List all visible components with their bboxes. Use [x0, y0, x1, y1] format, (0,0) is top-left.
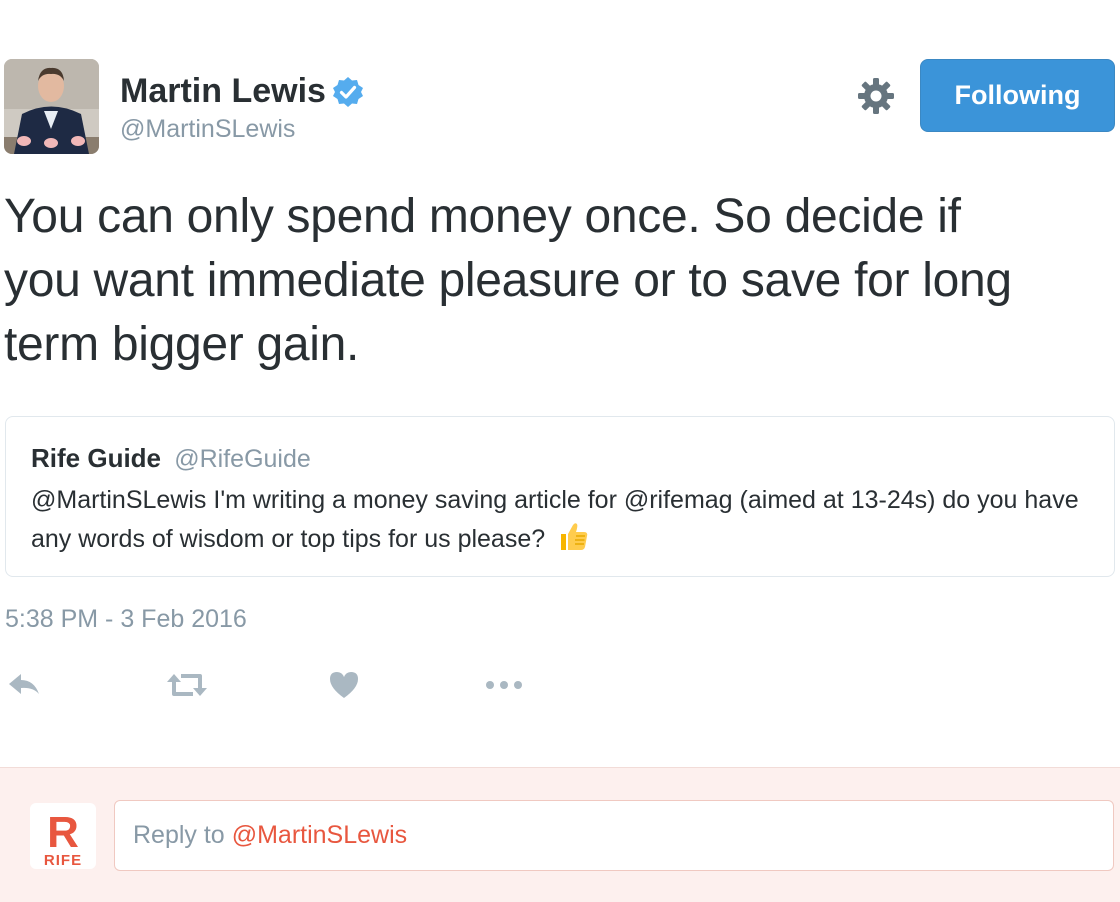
author-avatar[interactable]	[4, 59, 99, 154]
current-user-avatar[interactable]: R RIFE GUIDE	[30, 803, 96, 869]
quoted-tweet-text: @MartinSLewis I'm writing a money saving…	[31, 486, 1079, 553]
reply-bar: R RIFE GUIDE Reply to @MartinSLewis	[0, 767, 1120, 902]
heart-icon[interactable]	[327, 667, 361, 703]
rife-logo-side-text: GUIDE	[42, 816, 48, 835]
quoted-author-name: Rife Guide	[31, 443, 162, 473]
tweet-text-line: term bigger gain.	[4, 318, 360, 371]
avatar-photo	[4, 59, 99, 154]
reply-icon[interactable]	[6, 667, 42, 703]
tweet-text: You can only spend money once. So decide…	[4, 185, 1114, 377]
verified-badge-icon	[332, 76, 364, 108]
quoted-tweet-header: Rife Guide @RifeGuide	[31, 443, 1090, 474]
tweet-timestamp[interactable]: 5:38 PM - 3 Feb 2016	[5, 605, 247, 634]
more-icon[interactable]	[484, 667, 524, 703]
tweet-text-line: You can only spend money once. So decide…	[4, 190, 961, 243]
quoted-author-handle: @RifeGuide	[174, 445, 311, 473]
reply-placeholder: Reply to	[133, 821, 225, 849]
reply-input[interactable]: Reply to @MartinSLewis	[114, 800, 1114, 871]
quoted-tweet-text-block: @MartinSLewis I'm writing a money saving…	[31, 482, 1090, 558]
author-name[interactable]: Martin Lewis	[120, 72, 364, 111]
tweet-text-line: you want immediate pleasure or to save f…	[4, 254, 1012, 307]
reply-mention: @MartinSLewis	[231, 821, 408, 849]
tweet-page: Martin Lewis @MartinSLewis Following You…	[0, 0, 1120, 902]
rife-logo-word: RIFE	[44, 852, 82, 869]
gear-icon[interactable]	[856, 76, 896, 116]
author-name-text: Martin Lewis	[120, 72, 326, 110]
thumbs-up-emoji-icon	[556, 519, 590, 553]
following-button[interactable]: Following	[920, 59, 1115, 132]
author-handle[interactable]: @MartinSLewis	[120, 115, 295, 144]
retweet-icon[interactable]	[166, 667, 208, 703]
rife-logo-icon: R RIFE GUIDE	[42, 808, 82, 869]
rife-logo-letter: R	[47, 808, 79, 857]
quoted-tweet[interactable]: Rife Guide @RifeGuide @MartinSLewis I'm …	[5, 416, 1115, 577]
